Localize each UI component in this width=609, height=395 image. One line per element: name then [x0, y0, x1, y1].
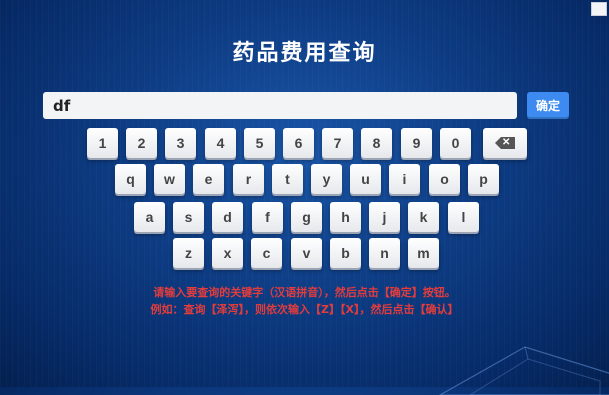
- page-title: 药品费用查询: [232, 41, 377, 66]
- key-q[interactable]: q: [115, 164, 146, 194]
- key-s[interactable]: s: [173, 202, 204, 232]
- key-y[interactable]: y: [311, 164, 342, 194]
- key-8[interactable]: 8: [361, 128, 392, 158]
- key-l[interactable]: l: [448, 202, 479, 232]
- key-3[interactable]: 3: [165, 128, 196, 158]
- key-f[interactable]: f: [252, 202, 283, 232]
- key-5[interactable]: 5: [244, 128, 275, 158]
- key-x[interactable]: x: [212, 238, 243, 268]
- backspace-key[interactable]: [483, 128, 527, 158]
- key-1[interactable]: 1: [87, 128, 118, 158]
- decorative-platform-lines: [438, 346, 609, 395]
- key-v[interactable]: v: [291, 238, 322, 268]
- key-2[interactable]: 2: [126, 128, 157, 158]
- key-0[interactable]: 0: [440, 128, 471, 158]
- window-corner-control[interactable]: [591, 2, 607, 16]
- key-u[interactable]: u: [350, 164, 381, 194]
- key-r[interactable]: r: [233, 164, 264, 194]
- instruction-line-1: 请输入要查询的关键字（汉语拼音），然后点击【确定】按钮。: [153, 286, 456, 299]
- instruction-line-2: 例如：查询【泽泻】，则依次输入【Z】【X】，然后点击【确认】: [150, 303, 459, 316]
- key-d[interactable]: d: [212, 202, 243, 232]
- key-o[interactable]: o: [429, 164, 460, 194]
- key-n[interactable]: n: [369, 238, 400, 268]
- key-i[interactable]: i: [389, 164, 420, 194]
- key-h[interactable]: h: [330, 202, 361, 232]
- key-m[interactable]: m: [408, 238, 439, 268]
- key-k[interactable]: k: [408, 202, 439, 232]
- key-7[interactable]: 7: [322, 128, 353, 158]
- confirm-button[interactable]: 确定: [527, 92, 569, 119]
- key-z[interactable]: z: [173, 238, 204, 268]
- key-w[interactable]: w: [154, 164, 185, 194]
- backspace-icon: [495, 137, 515, 149]
- key-b[interactable]: b: [330, 238, 361, 268]
- key-c[interactable]: c: [251, 238, 282, 268]
- key-t[interactable]: t: [272, 164, 303, 194]
- key-4[interactable]: 4: [205, 128, 236, 158]
- instructions: 请输入要查询的关键字（汉语拼音），然后点击【确定】按钮。 例如：查询【泽泻】，则…: [0, 284, 609, 318]
- key-p[interactable]: p: [468, 164, 499, 194]
- key-e[interactable]: e: [193, 164, 224, 194]
- key-9[interactable]: 9: [401, 128, 432, 158]
- key-a[interactable]: a: [134, 202, 165, 232]
- key-j[interactable]: j: [369, 202, 400, 232]
- key-g[interactable]: g: [291, 202, 322, 232]
- search-input-value: df: [53, 96, 71, 115]
- key-6[interactable]: 6: [283, 128, 314, 158]
- search-input[interactable]: df: [43, 92, 517, 119]
